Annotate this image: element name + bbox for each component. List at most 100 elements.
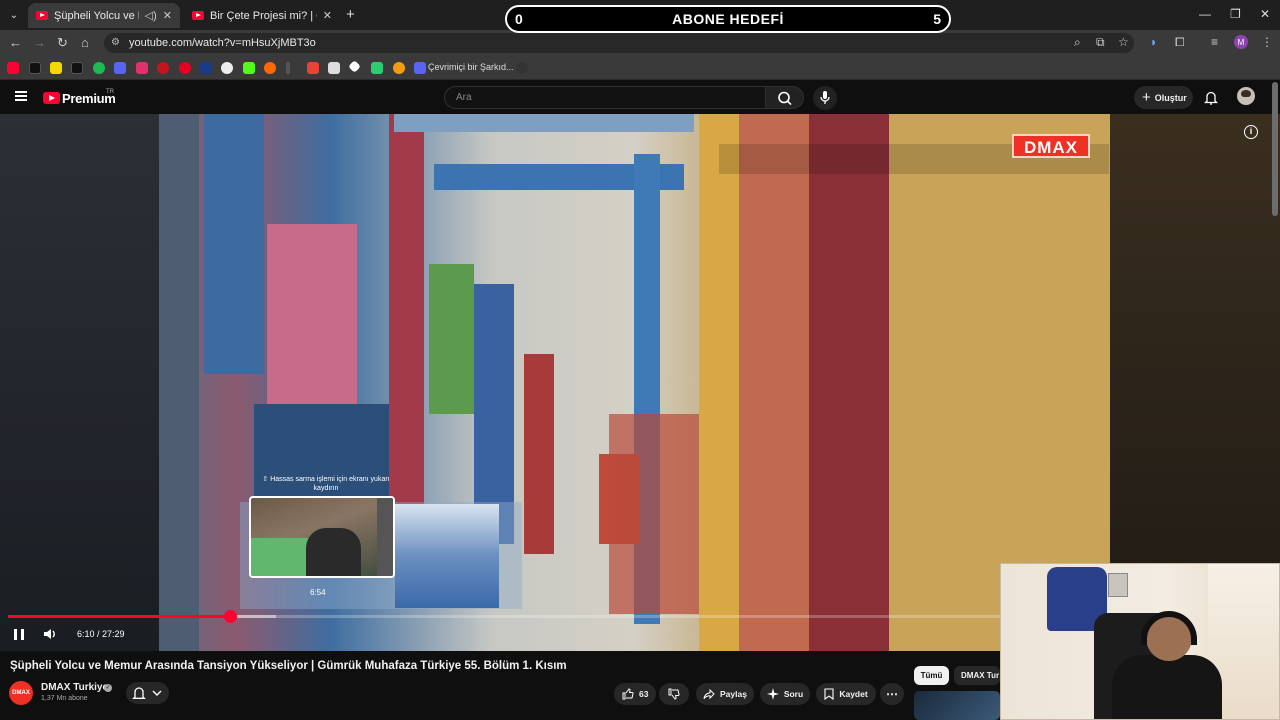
webcam-person-body: [1112, 655, 1222, 720]
ask-label: Soru: [783, 689, 804, 699]
page-scrollbar[interactable]: [1272, 82, 1278, 216]
bookmark-tiktok-icon[interactable]: [29, 62, 41, 74]
bookmark-song-label[interactable]: Çevrimiçi bir Şarkıd...: [428, 62, 514, 72]
preview-thumbnail: [249, 496, 395, 578]
share-button[interactable]: Paylaş: [696, 683, 754, 705]
notifications-bell-icon[interactable]: [1204, 90, 1218, 105]
save-button[interactable]: Kaydet: [816, 683, 876, 705]
container-block: [524, 354, 554, 554]
bookmark-slash-icon[interactable]: [286, 62, 290, 74]
search-button[interactable]: [766, 86, 804, 109]
goal-title: ABONE HEDEFİ: [672, 11, 784, 27]
more-actions-button[interactable]: ⋯: [880, 683, 904, 705]
bookmark-dark-icon[interactable]: [516, 62, 528, 74]
ask-button[interactable]: Soru: [760, 683, 810, 705]
dislike-icon: [668, 688, 680, 700]
forward-icon[interactable]: →: [33, 35, 46, 50]
new-tab-icon[interactable]: +: [346, 6, 355, 23]
install-app-icon[interactable]: ⧉: [1096, 35, 1105, 50]
webcam-overlay: [1000, 563, 1280, 720]
bookmark-kick-icon[interactable]: [243, 62, 255, 74]
url-text: youtube.com/watch?v=mHsuXjMBT3o: [129, 37, 316, 49]
extensions-puzzle-icon[interactable]: ⧠: [1175, 35, 1185, 50]
chip-all[interactable]: Tümü: [914, 666, 949, 685]
storyboard-next-frame: [395, 504, 499, 608]
bookmark-orange-icon[interactable]: [264, 62, 276, 74]
video-title: Şüpheli Yolcu ve Memur Arasında Tansiyon…: [10, 660, 567, 672]
bookmark-star-icon[interactable]: ☆: [1118, 35, 1129, 49]
search-icon: [778, 91, 792, 106]
bookmark-song-icon[interactable]: [414, 62, 426, 74]
menu-kebab-icon[interactable]: ⋮: [1261, 35, 1273, 49]
seek-hint-text: Hassas sarma işlemi için ekranı yukarı k…: [270, 476, 390, 492]
save-icon: [824, 688, 834, 700]
address-bar-row: ← → ↻ ⌂ ⚙ youtube.com/watch?v=mHsuXjMBT3…: [0, 30, 1280, 56]
progress-played: [8, 615, 231, 618]
sparkle-icon: [766, 688, 779, 700]
site-info-icon[interactable]: ⚙: [111, 33, 120, 53]
bookmark-youtube-icon[interactable]: [7, 62, 19, 74]
youtube-logo-icon[interactable]: [43, 92, 60, 104]
container-wall: [809, 114, 889, 651]
reload-icon[interactable]: ↻: [57, 35, 68, 51]
container-block: [429, 264, 474, 414]
recommended-video-thumbnail[interactable]: [914, 691, 1000, 720]
subscription-bell-button[interactable]: [126, 682, 169, 704]
bookmark-red-icon[interactable]: [157, 62, 169, 74]
media-controls-icon[interactable]: ≡: [1211, 35, 1218, 49]
bookmark-instagram-icon[interactable]: [136, 62, 148, 74]
back-icon[interactable]: ←: [9, 35, 22, 50]
tab-inactive[interactable]: Bir Çete Projesi mi? | Central Cee ✕: [184, 3, 340, 28]
tab-audio-icon[interactable]: ◁): [145, 9, 157, 22]
like-icon: [622, 688, 634, 700]
voice-search-button[interactable]: [813, 86, 837, 110]
create-button[interactable]: + Oluştur: [1134, 86, 1193, 109]
bookmark-diamond-icon[interactable]: [348, 60, 361, 73]
hamburger-menu-icon[interactable]: [15, 91, 27, 101]
tab-active[interactable]: Şüpheli Yolcu ve Memur Arasında Tansiyon…: [28, 3, 180, 28]
pause-icon[interactable]: [14, 629, 24, 640]
volume-icon[interactable]: [42, 626, 58, 642]
search-input[interactable]: Ara: [444, 86, 766, 109]
bookmark-pinterest-icon[interactable]: [179, 62, 191, 74]
home-icon[interactable]: ⌂: [81, 35, 89, 50]
time-display: 6:10 / 27:29: [77, 629, 125, 639]
create-label: Oluştur: [1154, 92, 1187, 103]
bookmark-x-icon[interactable]: [71, 62, 83, 74]
bookmark-grey-icon[interactable]: [328, 62, 340, 74]
bookmark-yellow-icon[interactable]: [393, 62, 405, 74]
extension-icon[interactable]: ◗: [1150, 35, 1157, 49]
share-label: Paylaş: [720, 689, 747, 699]
info-icon[interactable]: i: [1244, 125, 1258, 139]
bookmark-green-icon[interactable]: [371, 62, 383, 74]
restore-icon[interactable]: ❐: [1230, 7, 1241, 21]
minimize-icon[interactable]: —: [1199, 7, 1211, 21]
preview-time: 6:54: [310, 588, 326, 597]
dislike-button[interactable]: [659, 683, 689, 705]
bookmark-s-icon[interactable]: [50, 62, 62, 74]
zoom-icon[interactable]: ⌕: [1074, 35, 1081, 50]
container-block: [159, 114, 199, 651]
channel-avatar[interactable]: DMAX: [9, 681, 33, 705]
profile-avatar[interactable]: M: [1234, 35, 1248, 49]
bookmark-discord-icon[interactable]: [114, 62, 126, 74]
container-block: [267, 224, 357, 404]
tab-search-dropdown-icon[interactable]: ⌄: [4, 5, 24, 25]
like-button[interactable]: 63: [614, 683, 656, 705]
goal-target: 5: [933, 11, 941, 27]
bookmark-white-icon[interactable]: [221, 62, 233, 74]
bookmark-blue-icon[interactable]: [200, 62, 212, 74]
bookmark-gmail-icon[interactable]: [307, 62, 319, 74]
tab-close-icon[interactable]: ✕: [163, 9, 172, 22]
channel-name[interactable]: DMAX Turkiye: [41, 682, 108, 693]
account-avatar[interactable]: [1237, 87, 1255, 105]
verified-badge-icon: ✓: [104, 684, 112, 692]
subscribed-bell-icon: [132, 687, 162, 699]
url-field[interactable]: ⚙ youtube.com/watch?v=mHsuXjMBT3o: [104, 33, 1134, 53]
progress-scrubber[interactable]: [223, 610, 237, 623]
tab-close-icon[interactable]: ✕: [323, 9, 332, 22]
close-window-icon[interactable]: ✕: [1260, 7, 1270, 21]
chip-dmax[interactable]: DMAX Tur: [954, 666, 1000, 685]
preview-person-shape: [251, 538, 311, 576]
bookmark-spotify-icon[interactable]: [93, 62, 105, 74]
